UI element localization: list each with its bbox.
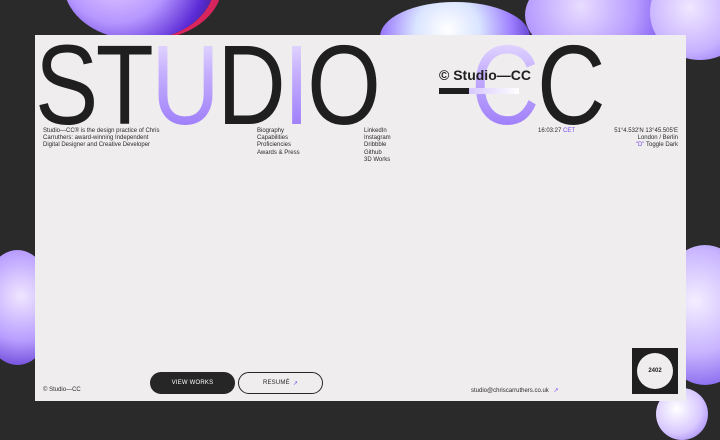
decorative-sphere (64, 0, 214, 40)
nav-link-proficiencies[interactable]: Proficiencies (257, 142, 300, 149)
email-link[interactable]: studio@chriscarruthers.co.uk ↗ (471, 387, 559, 394)
location-info: 51°4.532'N 13°45.505'E London / Berlin "… (614, 128, 678, 150)
view-works-label: VIEW WORKS (171, 380, 214, 386)
email-text: studio@chriscarruthers.co.uk (471, 388, 549, 394)
social-link-github[interactable]: Github (364, 150, 391, 157)
toggle-key: "D" (635, 142, 645, 149)
hero-letter: U (151, 35, 220, 148)
footer-brand-mark: © Studio—CC (43, 387, 81, 393)
nav-link-awards-press[interactable]: Awards & Press (257, 150, 300, 157)
social-link-dribbble[interactable]: Dribbble (364, 142, 391, 149)
social-link-3d-works[interactable]: 3D Works (364, 157, 391, 164)
cities: London / Berlin (637, 135, 678, 142)
view-works-button[interactable]: VIEW WORKS (150, 372, 235, 394)
year-badge: 2402 (632, 348, 678, 394)
main-panel: STUDIO—CC © Studio—CC Studio—CC® is the … (35, 35, 686, 401)
nav-link-biography[interactable]: Biography (257, 128, 300, 135)
arrow-up-right-icon: ↗ (292, 380, 299, 387)
live-clock: 16:03:27 CET (538, 128, 575, 135)
section-nav: Biography Capabilities Proficiencies Awa… (257, 128, 300, 157)
toggle-label: Toggle Dark (645, 142, 678, 149)
social-links: LinkedIn Instagram Dribbble Github 3D Wo… (364, 128, 391, 164)
resume-label: RESUMÉ (262, 380, 290, 386)
hero-brand-mark: © Studio—CC (439, 67, 531, 83)
year-badge-text: 2402 (648, 368, 662, 374)
dark-mode-toggle[interactable]: "D" Toggle Dark (614, 142, 678, 149)
hero-dash-dark (439, 88, 469, 94)
year-badge-circle: 2402 (637, 353, 673, 389)
coordinates: 51°4.532'N 13°45.505'E (614, 128, 678, 134)
social-link-linkedin[interactable]: LinkedIn (364, 128, 391, 135)
nav-link-capabilities[interactable]: Capabilities (257, 135, 300, 142)
social-link-instagram[interactable]: Instagram (364, 135, 391, 142)
hero-dash-gradient (469, 88, 519, 94)
clock-timezone: CET (563, 128, 576, 134)
resume-button[interactable]: RESUMÉ ↗ (238, 372, 323, 394)
intro-text: Studio—CC® is the design practice of Chr… (43, 128, 160, 149)
arrow-up-right-icon: ↗ (553, 388, 559, 394)
clock-time: 16:03:27 (538, 128, 562, 134)
